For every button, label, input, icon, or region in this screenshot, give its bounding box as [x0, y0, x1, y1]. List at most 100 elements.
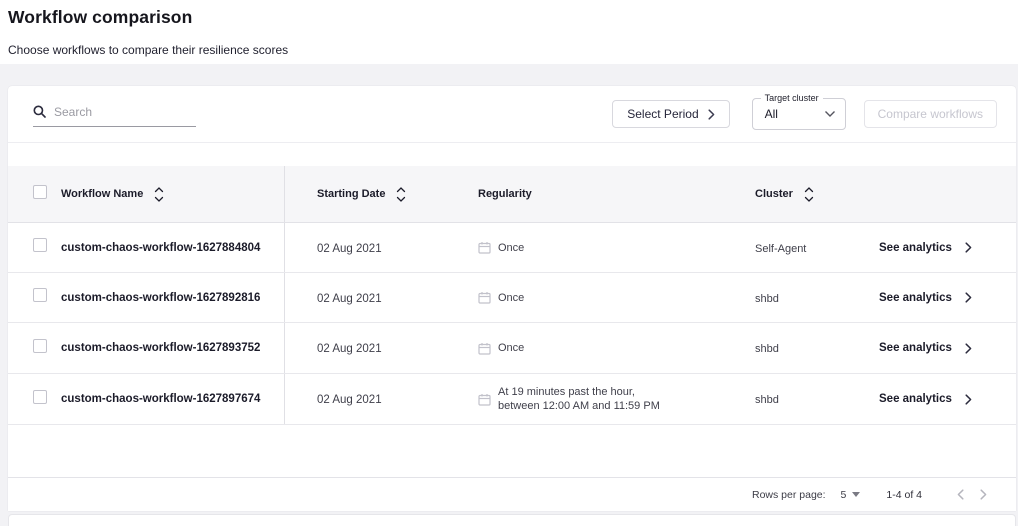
sort-starting-date[interactable]: [396, 186, 406, 203]
regularity-text: At 19 minutes past the hour, between 12:…: [498, 385, 660, 413]
starting-date: 02 Aug 2021: [317, 394, 382, 406]
chevron-down-icon: [804, 196, 814, 203]
table-row: custom-chaos-workflow-1627892816 02 Aug …: [8, 273, 1016, 323]
page-header: Workflow comparison Choose workflows to …: [0, 0, 1018, 64]
row-checkbox[interactable]: [33, 238, 47, 252]
chevron-right-icon: [708, 109, 715, 120]
workflow-name-cell: custom-chaos-workflow-1627893752: [55, 323, 285, 373]
see-analytics-label: See analytics: [879, 292, 952, 304]
see-analytics-button[interactable]: See analytics: [879, 342, 972, 354]
cluster-cell: shbd: [718, 289, 853, 307]
column-label: Regularity: [478, 188, 532, 200]
chevron-down-icon: [154, 196, 164, 203]
dropdown-arrow-icon: [825, 111, 835, 117]
rows-per-page-select[interactable]: 5: [841, 489, 861, 501]
table-header-row: Workflow Name Starting Date Regularity C…: [8, 166, 1016, 223]
column-label: Workflow Name: [61, 188, 143, 200]
regularity-text: Once: [498, 291, 524, 305]
workflow-name: custom-chaos-workflow-1627884804: [61, 242, 260, 254]
toolbar-table-gap: [8, 143, 1016, 166]
regularity-cell: Once: [460, 341, 718, 355]
pagination-range: 1-4 of 4: [886, 489, 922, 501]
sort-workflow-name[interactable]: [154, 186, 164, 203]
calendar-icon: [478, 342, 491, 355]
row-checkbox-cell: [8, 390, 55, 409]
regularity-cell: At 19 minutes past the hour, between 12:…: [460, 385, 718, 413]
chevron-right-icon: [965, 292, 972, 303]
starting-date-cell: 02 Aug 2021: [285, 339, 460, 357]
previous-page-button[interactable]: [949, 489, 972, 500]
next-page-button[interactable]: [972, 489, 995, 500]
column-header-regularity: Regularity: [460, 188, 718, 200]
chevron-right-icon: [965, 343, 972, 354]
table-row: custom-chaos-workflow-1627884804 02 Aug …: [8, 223, 1016, 273]
chevron-right-icon: [965, 394, 972, 405]
workflow-comparison-card: Select Period Target cluster All Compare…: [8, 86, 1016, 511]
pagination-bar: Rows per page: 5 1-4 of 4: [8, 477, 1016, 511]
rows-per-page-value: 5: [841, 489, 847, 501]
chevron-down-icon: [396, 196, 406, 203]
column-header-workflow-name: Workflow Name: [55, 166, 285, 222]
cluster-name: shbd: [755, 293, 779, 305]
actions-cell: See analytics: [853, 292, 1016, 304]
table-row: custom-chaos-workflow-1627893752 02 Aug …: [8, 323, 1016, 374]
search-input[interactable]: [54, 105, 174, 119]
search-box[interactable]: [33, 101, 196, 127]
cluster-cell: Self-Agent: [718, 239, 853, 257]
workflow-name-cell: custom-chaos-workflow-1627884804: [55, 223, 285, 272]
row-checkbox-cell: [8, 288, 55, 307]
workflow-name: custom-chaos-workflow-1627897674: [61, 393, 260, 405]
row-checkbox[interactable]: [33, 288, 47, 302]
row-checkbox[interactable]: [33, 390, 47, 404]
row-checkbox[interactable]: [33, 339, 47, 353]
cluster-cell: shbd: [718, 339, 853, 357]
column-label: Cluster: [755, 188, 793, 200]
chevron-left-icon: [957, 489, 964, 500]
actions-cell: See analytics: [853, 242, 1016, 254]
next-card-strip: [8, 514, 1016, 526]
see-analytics-button[interactable]: See analytics: [879, 242, 972, 254]
actions-cell: See analytics: [853, 342, 1016, 354]
target-cluster-select[interactable]: Target cluster All: [752, 98, 846, 130]
regularity-cell: Once: [460, 291, 718, 305]
target-cluster-label: Target cluster: [761, 93, 823, 103]
chevron-right-icon: [965, 242, 972, 253]
starting-date-cell: 02 Aug 2021: [285, 390, 460, 408]
starting-date: 02 Aug 2021: [317, 243, 382, 255]
chevron-up-icon: [154, 186, 164, 193]
column-header-starting-date: Starting Date: [285, 186, 460, 203]
dropdown-arrow-icon: [852, 492, 860, 497]
table-empty-space: [8, 425, 1016, 477]
calendar-icon: [478, 393, 491, 406]
page-title: Workflow comparison: [8, 7, 1018, 28]
row-checkbox-cell: [8, 238, 55, 257]
calendar-icon: [478, 241, 491, 254]
regularity-cell: Once: [460, 241, 718, 255]
regularity-text: Once: [498, 341, 524, 355]
column-label: Starting Date: [317, 188, 385, 200]
calendar-icon: [478, 291, 491, 304]
select-period-button[interactable]: Select Period: [612, 100, 729, 128]
workflow-name: custom-chaos-workflow-1627893752: [61, 342, 260, 354]
page-subtitle: Choose workflows to compare their resili…: [8, 43, 1018, 57]
compare-workflows-button[interactable]: Compare workflows: [864, 100, 997, 128]
workflow-name-cell: custom-chaos-workflow-1627892816: [55, 273, 285, 322]
toolbar: Select Period Target cluster All Compare…: [8, 86, 1016, 143]
cluster-name: shbd: [755, 343, 779, 355]
compare-workflows-label: Compare workflows: [878, 107, 983, 121]
workflow-name: custom-chaos-workflow-1627892816: [61, 292, 260, 304]
target-cluster-value: All: [765, 107, 825, 121]
search-icon: [33, 105, 46, 118]
select-period-label: Select Period: [627, 107, 698, 121]
column-header-cluster: Cluster: [718, 186, 853, 203]
table-body: custom-chaos-workflow-1627884804 02 Aug …: [8, 223, 1016, 425]
see-analytics-label: See analytics: [879, 393, 952, 405]
select-all-checkbox[interactable]: [33, 185, 47, 199]
cluster-name: Self-Agent: [755, 243, 806, 255]
actions-cell: See analytics: [853, 393, 1016, 405]
see-analytics-button[interactable]: See analytics: [879, 393, 972, 405]
workflow-name-cell: custom-chaos-workflow-1627897674: [55, 374, 285, 424]
sort-cluster[interactable]: [804, 186, 814, 203]
see-analytics-button[interactable]: See analytics: [879, 292, 972, 304]
chevron-up-icon: [804, 186, 814, 193]
